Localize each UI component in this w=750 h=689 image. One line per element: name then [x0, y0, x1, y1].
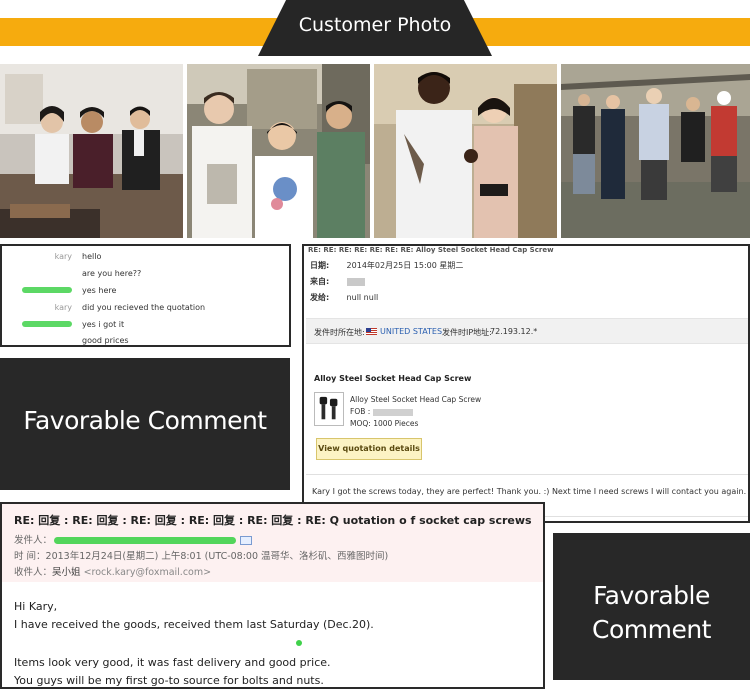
page-title: Customer Photo — [298, 14, 452, 36]
location-label: 发件时所在地: — [314, 328, 365, 337]
photo-customer-thumbs-up — [374, 64, 557, 238]
to-email[interactable]: <rock.kary@foxmail.com> — [84, 567, 212, 578]
sent-key: 发给: — [310, 293, 330, 302]
email-line: I have received the goods, received them… — [14, 618, 374, 631]
to-name: 吴小姐 — [52, 567, 81, 578]
favorable-line-1: Favorable — [593, 581, 710, 610]
product-title: Alloy Steel Socket Head Cap Screw — [314, 374, 472, 383]
ip-label: 发件时IP地址: — [442, 328, 492, 337]
email-subject: RE: RE: RE: RE: RE: RE: RE: Alloy Steel … — [308, 246, 554, 254]
time-value: 2013年12月24日(星期二) 上午8:01 (UTC-08:00 温哥华、洛… — [45, 551, 389, 562]
chat-row: good prices — [2, 334, 289, 347]
redacted-name — [22, 321, 72, 327]
email-line: Hi Kary, — [14, 600, 58, 613]
quotation-email: RE: RE: RE: RE: RE: RE: RE: Alloy Steel … — [302, 244, 750, 523]
from-label: 发件人： — [14, 535, 53, 546]
contact-card-icon[interactable] — [240, 536, 253, 545]
photo-factory-tour — [561, 64, 750, 238]
email-from-row: 发件人： — [14, 532, 253, 546]
photo-office-meeting — [0, 64, 183, 238]
delivery-confirmation-email: RE: 回复 : RE: 回复 : RE: 回复 : RE: 回复 : RE: … — [0, 502, 545, 689]
product-info: Alloy Steel Socket Head Cap Screw FOB : … — [350, 394, 481, 430]
location-value: UNITED STATES — [366, 327, 442, 336]
chat-row: kary did you recieved the quotation — [2, 301, 289, 314]
email-line: You guys will be my first go-to source f… — [14, 674, 324, 687]
from-key: 来自: — [310, 277, 330, 286]
redacted-sender — [54, 537, 237, 544]
chat-row: yes here — [2, 284, 289, 297]
sent-value: null null — [346, 293, 379, 302]
chat-row: are you here?? — [2, 267, 289, 280]
email-date-row: 日期: 2014年02月25日 15:00 星期二 — [310, 260, 463, 272]
redacted-price — [372, 408, 413, 416]
favorable-comment-label: Favorable Comment — [23, 406, 267, 435]
date-value: 2014年02月25日 15:00 星期二 — [346, 261, 464, 270]
moq-value: MOQ: 1000 Pieces — [350, 419, 419, 428]
email-sent-row: 发给: null null — [310, 292, 378, 304]
date-key: 日期: — [310, 261, 330, 270]
chat-message: are you here?? — [82, 269, 142, 278]
email-subject: RE: 回复 : RE: 回复 : RE: 回复 : RE: 回复 : RE: … — [14, 514, 532, 527]
email-body: Kary I got the screws today, they are pe… — [312, 487, 750, 496]
email-to-row: 收件人：吴小姐 <rock.kary@foxmail.com> — [14, 564, 211, 578]
view-quotation-button[interactable]: View quotation details — [316, 438, 422, 460]
favorable-comment-panel: Favorable Comment — [553, 533, 750, 680]
chat-message: did you recieved the quotation — [82, 303, 206, 312]
favorable-comment-label: Favorable Comment — [553, 579, 750, 647]
chat-message: yes i got it — [82, 320, 125, 329]
chat-message: good prices — [82, 336, 129, 345]
chat-row: kary hello — [2, 250, 289, 263]
fob-row: FOB : — [350, 406, 481, 418]
chat-message: hello — [82, 252, 102, 261]
divider — [306, 474, 748, 475]
chat-row: yes i got it — [2, 318, 289, 331]
photo-factory-visit-group — [187, 64, 370, 238]
redacted-name — [22, 287, 72, 293]
favorable-comment-panel: Favorable Comment — [0, 358, 290, 490]
email-from-row: 来自: — [310, 276, 368, 288]
product-name: Alloy Steel Socket Head Cap Screw — [350, 395, 482, 404]
email-line: Items look very good, it was fast delive… — [14, 656, 331, 669]
sender-info-band: 发件时所在地: UNITED STATES 发件时IP地址: 72.193.12… — [306, 318, 748, 344]
screw-thumbnail-icon[interactable] — [314, 392, 344, 426]
to-label: 收件人： — [14, 567, 53, 578]
us-flag-icon — [366, 328, 377, 335]
time-label: 时 间： — [14, 551, 46, 562]
chat-sender: kary — [54, 252, 72, 261]
redacted-sender — [346, 277, 365, 286]
chat-message: yes here — [82, 286, 117, 295]
chat-transcript: kary hello are you here?? yes here kary … — [0, 244, 291, 347]
ip-value: 72.193.12.* — [490, 327, 538, 336]
chat-sender: kary — [54, 303, 72, 312]
favorable-line-2: Comment — [592, 615, 712, 644]
email-time-row: 时 间：2013年12月24日(星期二) 上午8:01 (UTC-08:00 温… — [14, 548, 388, 562]
green-dot-mark — [296, 640, 302, 646]
